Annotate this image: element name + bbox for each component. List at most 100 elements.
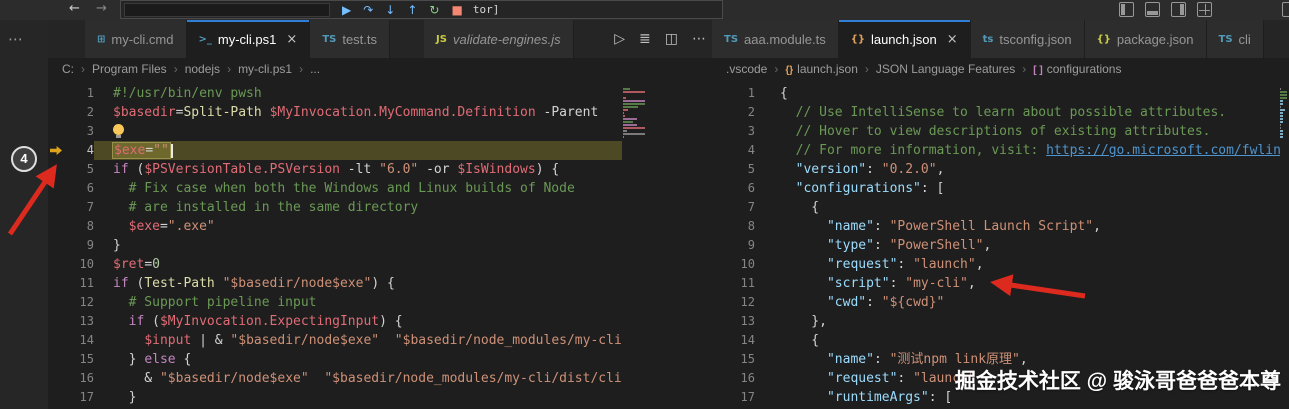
glyph-margin: [712, 293, 722, 312]
code-text[interactable]: if (Test-Path "$basedir/node$exe") {: [94, 274, 395, 293]
breadcrumb-separator: ›: [227, 62, 232, 76]
code-text[interactable]: {: [755, 84, 788, 103]
more-actions-button[interactable]: ⋯: [692, 31, 706, 47]
code-text[interactable]: $input | & "$basedir/node$exe" "$basedir…: [94, 331, 637, 350]
tab-close-icon[interactable]: ×: [286, 32, 297, 47]
line-number: 13: [740, 314, 755, 328]
tab-launch.json[interactable]: {} launch.json ×: [838, 20, 971, 58]
debug-continue-button[interactable]: ▶: [342, 2, 351, 18]
glyph-margin: [712, 217, 722, 236]
tab-my-cli.cmd[interactable]: ⊞ my-cli.cmd: [85, 20, 187, 58]
code-token: "my-cli": [905, 276, 968, 291]
breadcrumb-item[interactable]: JSON Language Features: [876, 62, 1015, 76]
breadcrumb-item[interactable]: {} launch.json: [785, 62, 858, 76]
code-text[interactable]: # Fix case when both the Windows and Lin…: [94, 179, 575, 198]
debug-stop-button[interactable]: ■: [451, 2, 462, 18]
code-text[interactable]: "runtimeArgs": [: [755, 388, 952, 407]
code-editor-powershell[interactable]: 1 #!/usr/bin/env pwsh 2 $basedir=Split-Path…: [48, 80, 712, 409]
minimap-line: [1280, 100, 1283, 102]
debug-step-out-button[interactable]: ↑: [407, 2, 417, 18]
code-text[interactable]: if ($MyInvocation.ExpectingInput) {: [94, 312, 403, 331]
code-token: ,: [1093, 219, 1101, 234]
debug-restart-button[interactable]: ↻: [429, 2, 439, 18]
code-text[interactable]: [94, 122, 113, 141]
code-text[interactable]: // Use IntelliSense to learn about possi…: [755, 103, 1226, 122]
code-token: if: [113, 276, 129, 291]
debug-config-dropdown[interactable]: [124, 2, 330, 17]
run-menu-button[interactable]: ≣: [639, 31, 651, 47]
tab-test.ts[interactable]: TS test.ts: [310, 20, 391, 58]
code-text[interactable]: "request": "launch",: [755, 369, 984, 388]
toggle-panel-icon[interactable]: [1145, 2, 1160, 17]
minimap-line: [1280, 124, 1281, 126]
code-text[interactable]: & "$basedir/node$exe" "$basedir/node_mod…: [94, 369, 629, 388]
tab-validate-engines.js[interactable]: JS validate-engines.js: [424, 20, 574, 58]
tab-tsconfig.json[interactable]: ts tsconfig.json: [970, 20, 1085, 58]
code-text[interactable]: $basedir=Split-Path $MyInvocation.MyComm…: [94, 103, 598, 122]
minimap[interactable]: [1280, 80, 1289, 409]
code-text[interactable]: {: [755, 331, 819, 350]
code-text[interactable]: }: [94, 388, 137, 407]
breadcrumb-item[interactable]: .vscode: [726, 62, 767, 76]
breadcrumb-item[interactable]: [ ] configurations: [1033, 62, 1121, 76]
code-text[interactable]: // For more information, visit: https://…: [755, 141, 1281, 160]
nav-back-icon[interactable]: ←: [69, 1, 80, 16]
code-line-1: 1 #!/usr/bin/env pwsh: [48, 84, 712, 103]
code-text[interactable]: $exe=".exe": [94, 217, 215, 236]
code-editor-json[interactable]: 1{2 // Use IntelliSense to learn about p…: [712, 80, 1289, 409]
toggle-sidebar-icon[interactable]: [1119, 2, 1134, 17]
code-text[interactable]: "name": "PowerShell Launch Script",: [755, 217, 1101, 236]
code-text[interactable]: "request": "launch",: [755, 255, 984, 274]
tab-aaa.module.ts[interactable]: TS aaa.module.ts: [712, 20, 839, 58]
code-token: =: [145, 143, 154, 158]
glyph-margin: [712, 179, 722, 198]
nav-forward-icon[interactable]: →: [96, 1, 107, 16]
code-text[interactable]: $ret=0: [94, 255, 160, 274]
breadcrumb-item[interactable]: my-cli.ps1: [238, 62, 292, 76]
tab-close-icon[interactable]: ×: [947, 32, 958, 47]
code-text[interactable]: if ($PSVersionTable.PSVersion -lt "6.0" …: [94, 160, 559, 179]
customize-layout-icon[interactable]: [1197, 2, 1212, 17]
glyph-margin: [712, 331, 722, 350]
debug-step-into-button[interactable]: ↓: [385, 2, 395, 18]
code-text[interactable]: # Support pipeline input: [94, 293, 317, 312]
run-button[interactable]: ▷: [614, 31, 625, 47]
split-editor-button[interactable]: ◫: [665, 31, 678, 47]
code-text[interactable]: $exe="": [94, 141, 622, 160]
breadcrumb-item[interactable]: Program Files: [92, 62, 167, 76]
code-text[interactable]: "script": "my-cli",: [755, 274, 976, 293]
toggle-secondary-sidebar-icon[interactable]: [1171, 2, 1186, 17]
breadcrumb-item[interactable]: nodejs: [185, 62, 220, 76]
code-token: "configurations": [795, 181, 921, 196]
tab-label: validate-engines.js: [452, 31, 561, 47]
code-text[interactable]: "version": "0.2.0",: [755, 160, 945, 179]
code-text[interactable]: }: [94, 236, 121, 255]
minimap-line: [623, 91, 645, 93]
code-token: "0.2.0": [881, 162, 937, 177]
line-number: 15: [79, 352, 94, 366]
code-text[interactable]: {: [755, 198, 819, 217]
glyph-margin: [48, 84, 64, 103]
debug-step-over-button[interactable]: ↷: [363, 2, 373, 18]
code-text[interactable]: #!/usr/bin/env pwsh: [94, 84, 262, 103]
minimap[interactable]: [622, 80, 712, 409]
breadcrumb-item[interactable]: C:: [62, 62, 74, 76]
code-text[interactable]: } else {: [94, 350, 192, 369]
code-text[interactable]: "type": "PowerShell",: [755, 236, 991, 255]
code-text[interactable]: "cwd": "${cwd}": [755, 293, 944, 312]
line-number: 11: [740, 276, 755, 290]
code-text[interactable]: // Hover to view descriptions of existin…: [755, 122, 1211, 141]
tab-cli[interactable]: TS cli: [1206, 20, 1264, 58]
code-text[interactable]: "configurations": [: [755, 179, 945, 198]
code-text[interactable]: # are installed in the same directory: [94, 198, 419, 217]
tab-package.json[interactable]: {} package.json: [1084, 20, 1207, 58]
glyph-margin: [48, 122, 64, 141]
code-text[interactable]: },: [755, 312, 827, 331]
code-token: {: [780, 86, 788, 101]
lightbulb-icon[interactable]: [113, 124, 124, 138]
line-number: 13: [79, 314, 94, 328]
overflow-menu-icon[interactable]: ⋯: [8, 30, 24, 48]
tab-my-cli.ps1[interactable]: >_ my-cli.ps1 ×: [186, 20, 311, 58]
breadcrumb-item[interactable]: ...: [310, 62, 320, 76]
